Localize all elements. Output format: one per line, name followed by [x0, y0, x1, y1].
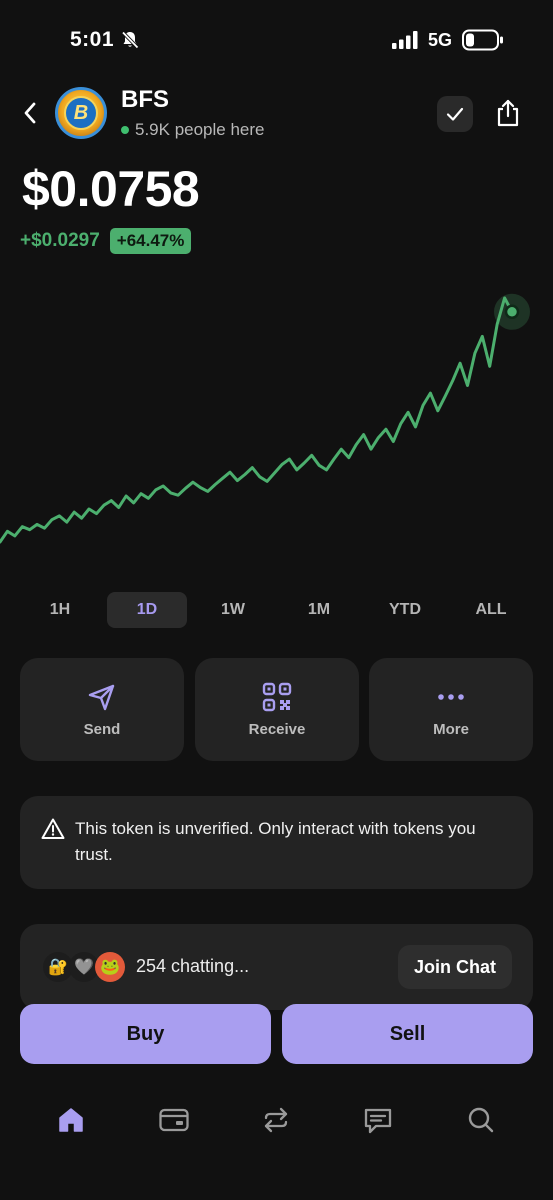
join-chat-button[interactable]: Join Chat — [398, 945, 512, 989]
warning-triangle-icon — [41, 818, 65, 839]
price-line — [0, 296, 514, 544]
search-icon — [468, 1107, 494, 1133]
signal-icon — [392, 31, 418, 49]
wallet-card-icon — [159, 1108, 189, 1132]
chat-icon — [364, 1108, 392, 1134]
more-label: More — [433, 721, 469, 738]
nav-wallet[interactable] — [156, 1102, 192, 1138]
swap-icon — [264, 1107, 288, 1133]
bell-slash-icon — [121, 31, 139, 49]
current-point-dot — [504, 304, 520, 320]
presence-text: 5.9K people here — [135, 120, 265, 139]
chat-avatars: 🔐 🩶 🐸 — [43, 952, 127, 982]
nav-search[interactable] — [463, 1102, 499, 1138]
price-chart[interactable] — [0, 270, 553, 570]
watchlist-check-button[interactable] — [437, 96, 473, 132]
range-tab-1d[interactable]: 1D — [107, 592, 187, 628]
token-header: B BFS 5.9K people here — [0, 84, 553, 144]
sell-button[interactable]: Sell — [282, 1004, 533, 1064]
online-dot-icon — [121, 126, 129, 134]
chat-avatar: 🐸 — [95, 952, 125, 982]
nav-chat[interactable] — [360, 1102, 396, 1138]
network-label: 5G — [428, 30, 453, 50]
buy-button[interactable]: Buy — [20, 1004, 271, 1064]
receive-button[interactable]: Receive — [195, 658, 359, 761]
range-tab-1h[interactable]: 1H — [20, 592, 100, 628]
receive-label: Receive — [248, 721, 306, 738]
token-avatar-letter: B — [64, 96, 98, 130]
battery-icon — [462, 29, 503, 51]
status-bar: 5:01 5G — [0, 0, 553, 80]
token-price: $0.0758 — [22, 161, 200, 217]
price-change-percent: +64.47% — [109, 228, 192, 254]
range-tab-ytd[interactable]: YTD — [365, 592, 445, 628]
more-button[interactable]: More — [369, 658, 533, 761]
more-dots-icon — [435, 681, 467, 713]
home-icon — [59, 1108, 83, 1132]
share-icon — [497, 99, 519, 127]
chat-card[interactable]: 🔐 🩶 🐸 254 chatting... Join Chat — [20, 924, 533, 1010]
nav-home[interactable] — [53, 1102, 89, 1138]
range-tabs: 1H 1D 1W 1M YTD ALL — [0, 592, 553, 628]
send-label: Send — [83, 721, 121, 738]
range-tab-1w[interactable]: 1W — [193, 592, 273, 628]
chevron-left-icon[interactable] — [20, 98, 42, 128]
range-tab-1m[interactable]: 1M — [279, 592, 359, 628]
warning-text: This token is unverified. Only interact … — [75, 819, 476, 864]
chat-count: 254 chatting... — [136, 956, 250, 976]
share-button[interactable] — [490, 94, 526, 132]
presence-indicator: 5.9K people here — [121, 120, 265, 140]
unverified-warning: This token is unverified. Only interact … — [20, 796, 533, 889]
price-change: +$0.0297 +64.47% — [20, 228, 192, 254]
bottom-nav — [0, 1090, 553, 1150]
nav-swap[interactable] — [258, 1102, 294, 1138]
send-button[interactable]: Send — [20, 658, 184, 761]
range-tab-all[interactable]: ALL — [451, 592, 531, 628]
token-avatar: B — [55, 87, 107, 139]
qr-code-icon — [261, 681, 293, 713]
check-icon — [446, 107, 464, 121]
status-time: 5:01 — [70, 28, 115, 51]
price-change-absolute: +$0.0297 — [20, 230, 100, 251]
token-name: BFS — [121, 86, 169, 113]
send-icon — [86, 681, 118, 713]
